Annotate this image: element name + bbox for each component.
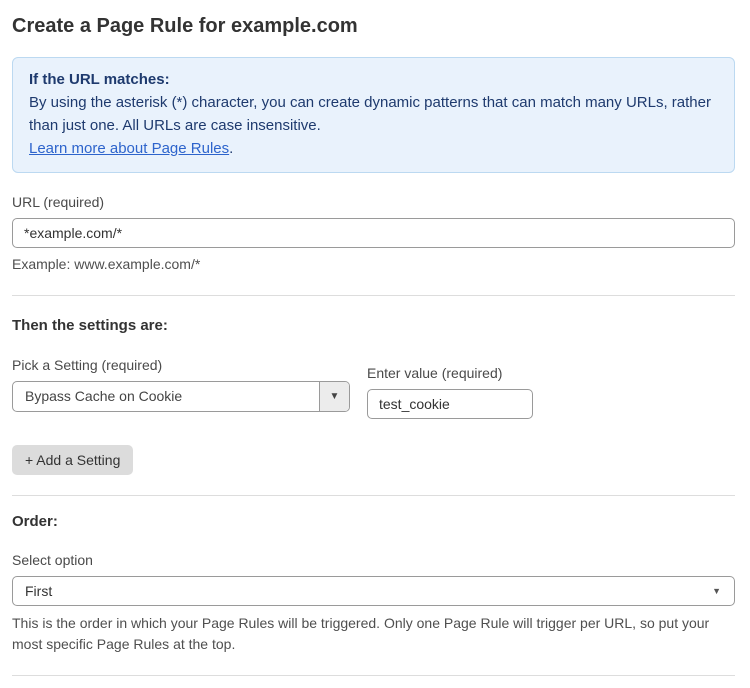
section-divider [12, 495, 735, 496]
info-box-link-line: Learn more about Page Rules. [29, 137, 718, 160]
section-divider [12, 675, 735, 676]
url-field-group: URL (required) Example: www.example.com/… [12, 194, 735, 275]
page-title: Create a Page Rule for example.com [12, 13, 735, 40]
section-divider [12, 295, 735, 296]
chevron-down-icon: ▼ [330, 392, 340, 402]
order-select[interactable]: First ▼ [12, 576, 735, 606]
enter-value-label: Enter value (required) [367, 365, 533, 381]
learn-more-link-suffix: . [229, 140, 233, 157]
settings-row: Pick a Setting (required) Bypass Cache o… [12, 357, 735, 419]
url-helper-text: Example: www.example.com/* [12, 254, 735, 275]
order-select-label: Select option [12, 552, 735, 568]
add-setting-button[interactable]: + Add a Setting [12, 445, 133, 475]
info-box-heading: If the URL matches: [29, 68, 718, 91]
setting-value-input[interactable] [367, 389, 533, 419]
url-match-info-box: If the URL matches: By using the asteris… [12, 57, 735, 173]
learn-more-link[interactable]: Learn more about Page Rules [29, 140, 229, 157]
setting-dropdown-arrow-button[interactable]: ▼ [319, 382, 349, 411]
order-section-heading: Order: [12, 513, 735, 530]
pick-setting-group: Pick a Setting (required) Bypass Cache o… [12, 357, 350, 412]
order-helper-text: This is the order in which your Page Rul… [12, 613, 735, 655]
setting-dropdown-value: Bypass Cache on Cookie [13, 382, 319, 411]
setting-dropdown[interactable]: Bypass Cache on Cookie ▼ [12, 381, 350, 412]
order-select-value: First [25, 583, 52, 599]
settings-section-heading: Then the settings are: [12, 317, 735, 334]
chevron-down-icon: ▼ [712, 577, 721, 605]
enter-value-group: Enter value (required) [367, 365, 533, 419]
url-input[interactable] [12, 218, 735, 248]
url-label: URL (required) [12, 194, 735, 210]
pick-setting-label: Pick a Setting (required) [12, 357, 350, 373]
info-box-body: By using the asterisk (*) character, you… [29, 91, 718, 137]
create-page-rule-form: Create a Page Rule for example.com If th… [0, 0, 750, 688]
